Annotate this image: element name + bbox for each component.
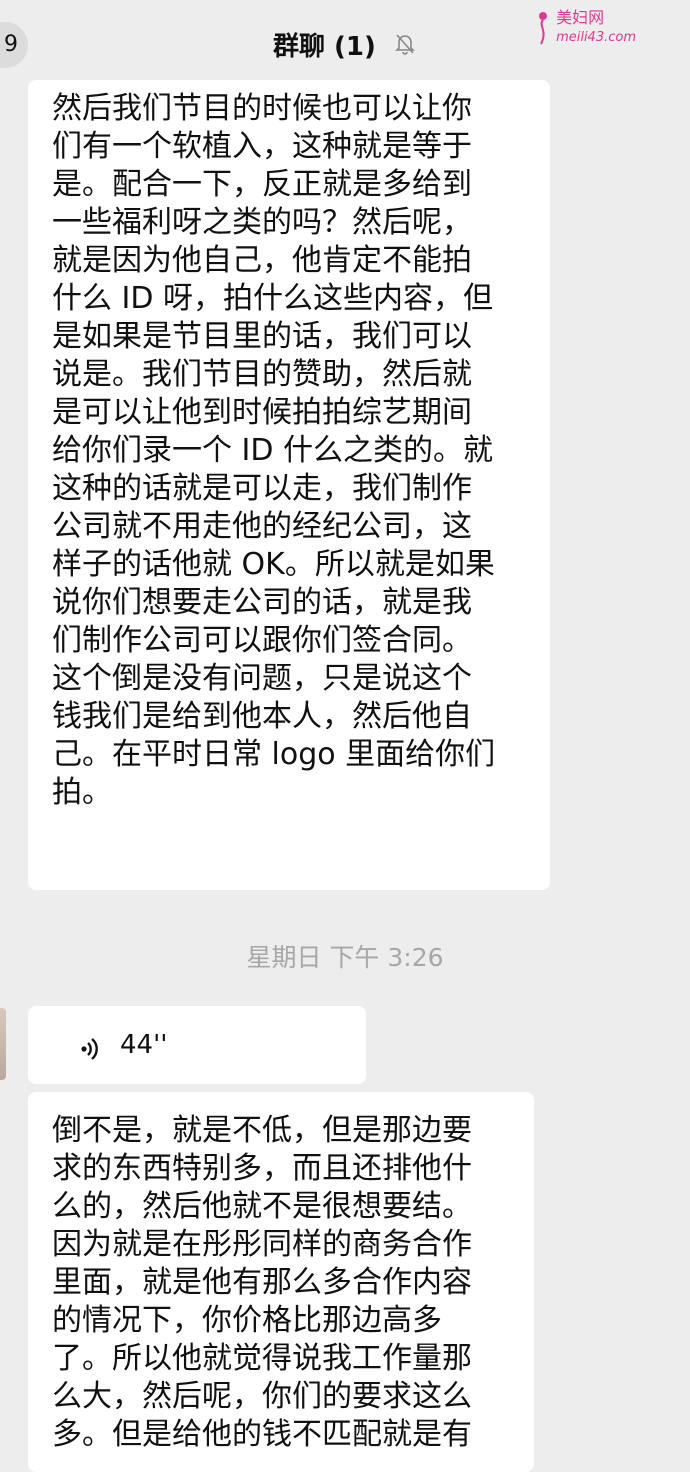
message-bubble-text[interactable]: 然后我们节目的时候也可以让你 们有一个软植入，这种就是等于 是。配合一下，反正就是多… [28,80,550,890]
message-line: 是可以让他到时候拍拍综艺期间 [52,395,472,430]
message-line: 说你们想要走公司的话，就是我 [52,585,472,620]
watermark-name: 美妇网 [556,8,605,27]
voice-message-bubble[interactable]: 44'' [28,1006,366,1084]
message-line: 给你们录一个 ID 什么之类的。就 [52,433,494,468]
message-line: 什么 ID 呀，拍什么这些内容，但 [52,281,494,316]
message-line: 然后我们节目的时候也可以让你 [52,91,472,126]
message-line: 里面，就是他有那么多合作内容 [52,1265,472,1300]
chat-title-text: 群聊 (1) [273,32,376,62]
message-line: 钱我们是给到他本人，然后他自 [52,699,472,734]
message-line: 么大，然后呢，你们的要求这么 [52,1379,472,1414]
voice-duration: 44'' [120,1030,168,1060]
message-timestamp: 星期日 下午 3:26 [246,943,444,972]
message-line: 是。配合一下，反正就是多给到 [52,167,472,202]
chat-header: 9 群聊 (1) 美妇网 meili43.com [0,0,690,88]
watermark-url: meili43.com [556,30,636,45]
avatar[interactable] [0,1008,6,1080]
message-line: 公司就不用走他的经纪公司，这 [52,509,472,544]
watermark-logo-icon [534,10,552,51]
message-line: 拍。 [52,775,112,810]
message-line: 了。所以他就觉得说我工作量那 [52,1341,472,1376]
message-line: 多。但是给他的钱不匹配就是有 [52,1417,472,1452]
message-line: 么的，然后他就不是很想要结。 [52,1189,472,1224]
message-line: 这个倒是没有问题，只是说这个 [52,661,472,696]
message-line: 的情况下，你价格比那边高多 [52,1303,442,1338]
message-line: 样子的话他就 OK。所以就是如果 [52,547,495,582]
message-line: 因为就是在彤彤同样的商务合作 [52,1227,472,1262]
message-line: 是如果是节目里的话，我们可以 [52,319,472,354]
message-line: 这种的话就是可以走，我们制作 [52,471,472,506]
message-line: 己。在平时日常 logo 里面给你们 [52,737,496,772]
watermark: 美妇网 meili43.com [539,8,636,48]
message-line: 倒不是，就是不低，但是那边要 [52,1113,472,1148]
message-line: 求的东西特别多，而且还排他什 [52,1151,472,1186]
message-line: 们制作公司可以跟你们签合同。 [52,623,472,658]
message-bubble-text[interactable]: 倒不是，就是不低，但是那边要 求的东西特别多，而且还排他什 么的，然后他就不是很想要… [28,1092,534,1472]
voice-wave-icon [78,1034,104,1072]
bell-off-icon [393,32,417,63]
message-line: 一些福利呀之类的吗？然后呢， [52,205,472,240]
message-line: 就是因为他自己，他肯定不能拍 [52,243,472,278]
message-line: 说是。我们节目的赞助，然后就 [52,357,472,392]
message-line: 们有一个软植入，这种就是等于 [52,129,472,164]
